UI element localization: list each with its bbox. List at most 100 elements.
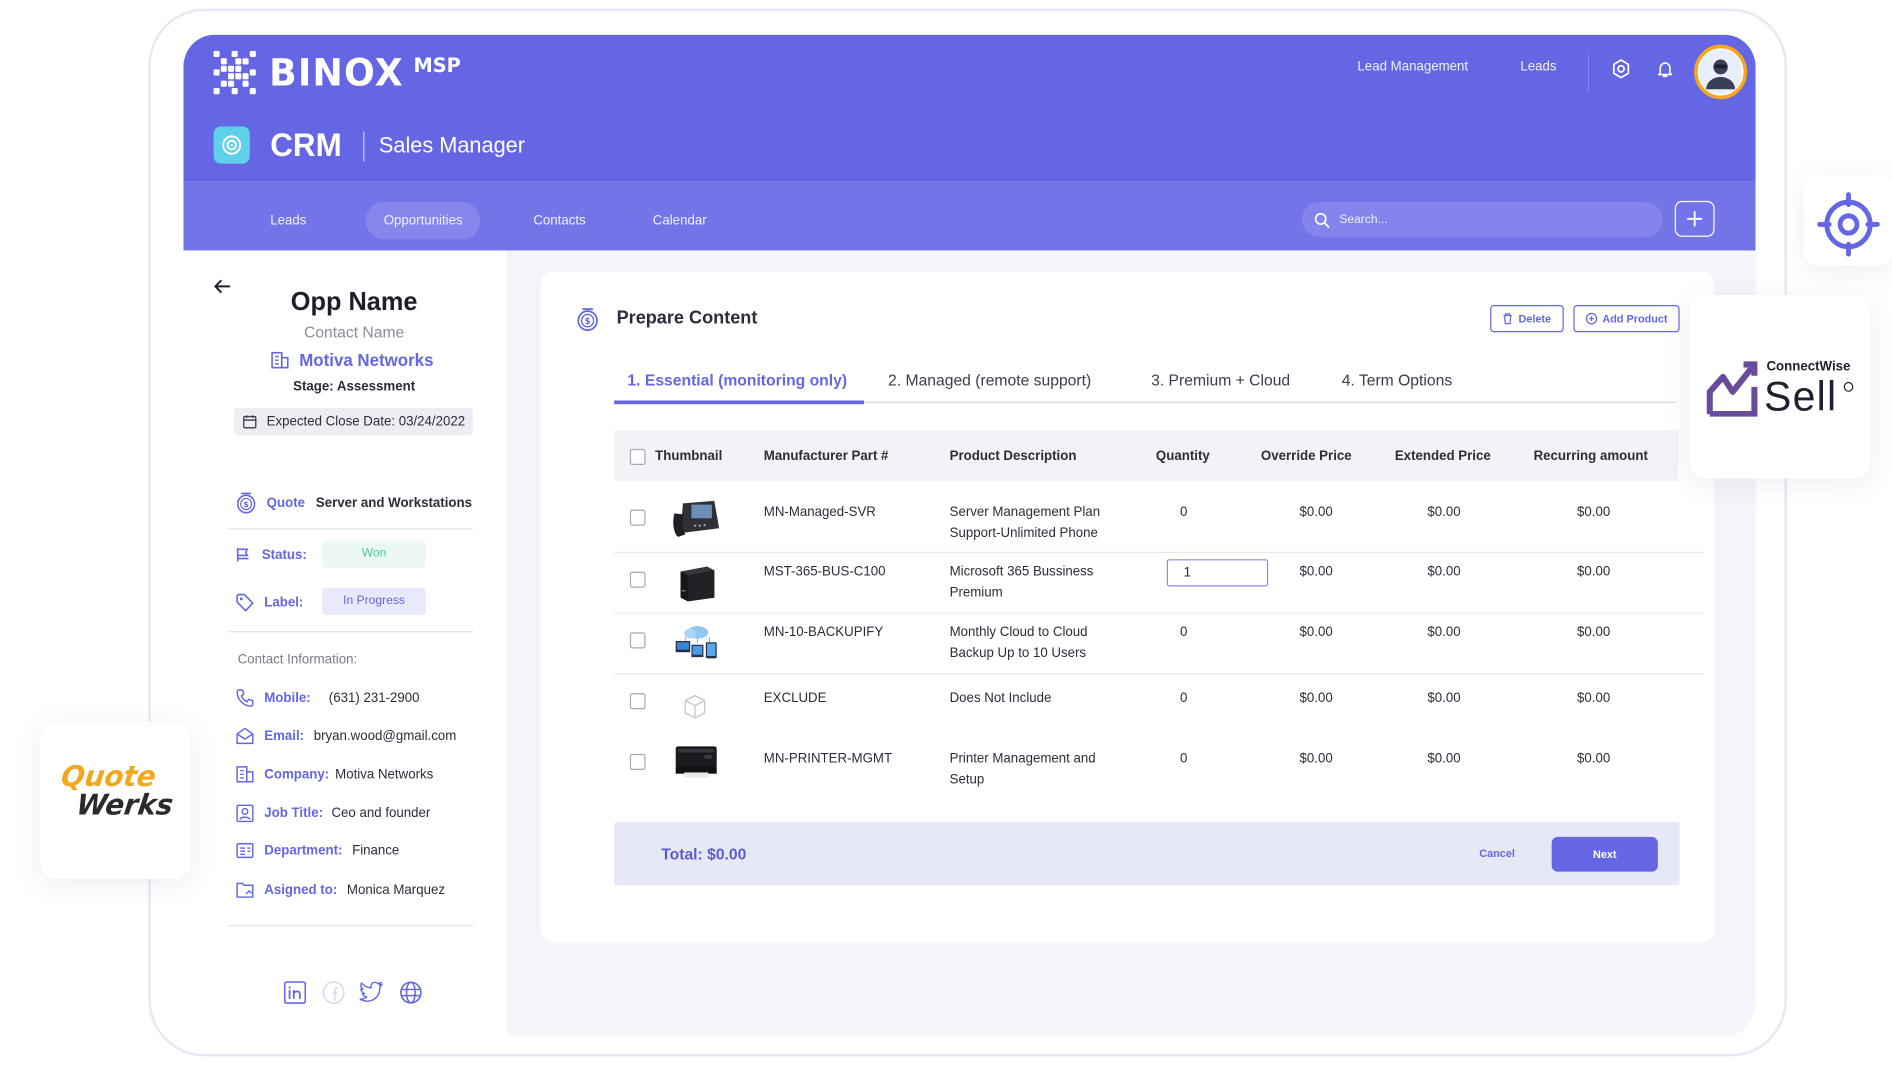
notification-bell-icon[interactable] — [1654, 57, 1676, 79]
brand-logo[interactable]: BINOX MSP — [213, 50, 461, 96]
row-checkbox[interactable] — [629, 693, 646, 710]
settings-gear-icon[interactable] — [1610, 57, 1632, 79]
header-divider — [1587, 54, 1590, 92]
divider — [228, 528, 473, 530]
facebook-icon[interactable] — [321, 980, 345, 1005]
website-globe-icon[interactable] — [398, 980, 422, 1005]
close-date-text: Expected Close Date: 03/24/2022 — [266, 414, 466, 430]
quotewerks-logo-line2: Werks — [74, 789, 176, 823]
row-quantity[interactable]: 0 — [1180, 688, 1187, 709]
target-icon-card — [1803, 174, 1892, 266]
title-divider — [363, 131, 365, 162]
row-checkbox[interactable] — [629, 509, 646, 526]
row-part-number: MN-10-BACKUPIFY — [763, 624, 884, 640]
quote-value: Server and Workstations — [315, 495, 473, 511]
nav-leads[interactable]: Leads — [1520, 60, 1556, 75]
search-box[interactable] — [1301, 202, 1663, 237]
label-badge-in-progress[interactable]: In Progress — [322, 587, 426, 615]
step-tab-premium-cloud[interactable]: 3. Premium + Cloud — [1151, 371, 1290, 390]
quantity-input[interactable] — [1166, 559, 1269, 587]
delete-button[interactable]: Delete — [1490, 305, 1564, 333]
trash-icon — [1504, 313, 1513, 325]
twitter-icon[interactable] — [359, 980, 384, 1005]
row-quantity[interactable]: 0 — [1180, 502, 1187, 523]
building-icon — [271, 351, 289, 368]
social-links — [282, 980, 422, 1005]
company-value: Motiva Networks — [335, 766, 434, 782]
cancel-button[interactable]: Cancel — [1479, 847, 1515, 859]
tab-opportunities[interactable]: Opportunities — [365, 202, 481, 240]
step-tab-term-options[interactable]: 4. Term Options — [1342, 371, 1452, 390]
job-title-label: Job Title: — [264, 805, 324, 821]
row-description: Does Not Include — [950, 688, 1052, 709]
row-checkbox[interactable] — [629, 632, 646, 649]
quote-label: Quote — [266, 495, 306, 511]
search-input[interactable] — [1339, 212, 1629, 227]
add-product-button[interactable]: Add Product — [1573, 305, 1680, 333]
row-description: Monthly Cloud to Cloud Backup Up to 10 U… — [950, 622, 1088, 664]
label-label: Label: — [264, 595, 304, 611]
mobile-value[interactable]: (631) 231-2900 — [329, 691, 420, 706]
linkedin-icon[interactable] — [282, 980, 306, 1005]
row-recurring-amount: $0.00 — [1577, 690, 1611, 706]
row-override-price: $0.00 — [1299, 564, 1333, 580]
col-description: Product Description — [949, 448, 1077, 464]
prepare-content-title: Prepare Content — [616, 307, 758, 329]
description-line: Server Management Plan — [949, 504, 1101, 520]
row-quantity[interactable]: 0 — [1180, 749, 1187, 770]
registered-mark-icon — [1843, 381, 1854, 392]
connectwise-logo-small: ConnectWise — [1766, 359, 1851, 375]
row-description: Server Management Plan Support-Unlimited… — [950, 502, 1101, 544]
building-icon — [236, 766, 254, 783]
tab-contacts[interactable]: Contacts — [515, 202, 604, 239]
user-avatar[interactable] — [1694, 44, 1748, 100]
quotewerks-logo-card: Quote Werks — [39, 721, 191, 880]
opportunity-name: Opp Name — [290, 287, 418, 317]
add-new-button[interactable] — [1674, 200, 1715, 237]
prepare-content-coin-icon: $ — [576, 306, 600, 338]
nav-lead-management[interactable]: Lead Management — [1357, 60, 1468, 75]
row-quantity[interactable]: 0 — [1180, 622, 1187, 643]
row-description: Microsoft 365 Bussiness Premium — [950, 562, 1094, 604]
tab-leads[interactable]: Leads — [252, 202, 324, 239]
stage-label: Stage: Assessment — [293, 379, 416, 395]
row-recurring-amount: $0.00 — [1577, 751, 1611, 767]
calendar-icon — [243, 415, 257, 429]
select-all-checkbox[interactable] — [629, 448, 646, 465]
status-badge-won[interactable]: Won — [322, 540, 426, 568]
email-value[interactable]: bryan.wood@gmail.com — [314, 728, 457, 743]
row-divider — [614, 551, 1704, 553]
tab-calendar[interactable]: Calendar — [635, 202, 725, 239]
row-part-number: MST-365-BUS-C100 — [763, 564, 886, 580]
job-title-value: Ceo and founder — [331, 805, 431, 821]
status-row: Status: — [235, 547, 307, 563]
search-icon — [1314, 212, 1330, 228]
description-line: Monthly Cloud to Cloud — [949, 624, 1088, 640]
row-extended-price: $0.00 — [1427, 690, 1461, 706]
next-button[interactable]: Next — [1551, 836, 1658, 872]
printer-thumbnail — [671, 739, 722, 784]
description-line: Backup Up to 10 Users — [949, 645, 1087, 661]
row-extended-price: $0.00 — [1427, 624, 1461, 640]
contact-mobile-row: Mobile: (631) 231-2900 — [235, 688, 420, 708]
brand-suffix: MSP — [413, 53, 461, 77]
quote-row[interactable]: $ Quote Server and Workstations — [235, 491, 472, 515]
row-checkbox[interactable] — [629, 571, 646, 588]
connectwise-chart-icon — [1706, 361, 1758, 417]
company-link[interactable]: Motiva Networks — [270, 350, 433, 369]
step-tab-essential[interactable]: 1. Essential (monitoring only) — [627, 371, 847, 390]
divider — [228, 924, 473, 927]
plus-circle-icon — [1585, 312, 1598, 325]
col-part-number: Manufacturer Part # — [763, 448, 889, 464]
col-thumbnail: Thumbnail — [655, 448, 723, 464]
department-value: Finance — [352, 843, 400, 859]
contact-name: Contact Name — [304, 322, 405, 341]
mobile-label: Mobile: — [264, 690, 311, 706]
total-amount: Total: $0.00 — [661, 844, 747, 863]
row-checkbox[interactable] — [629, 753, 646, 770]
step-tab-managed[interactable]: 2. Managed (remote support) — [888, 371, 1091, 390]
empty-box-thumbnail — [671, 686, 722, 731]
assigned-label: Asigned to: — [264, 882, 338, 898]
description-line: Does Not Include — [949, 690, 1052, 706]
row-recurring-amount: $0.00 — [1577, 624, 1611, 640]
